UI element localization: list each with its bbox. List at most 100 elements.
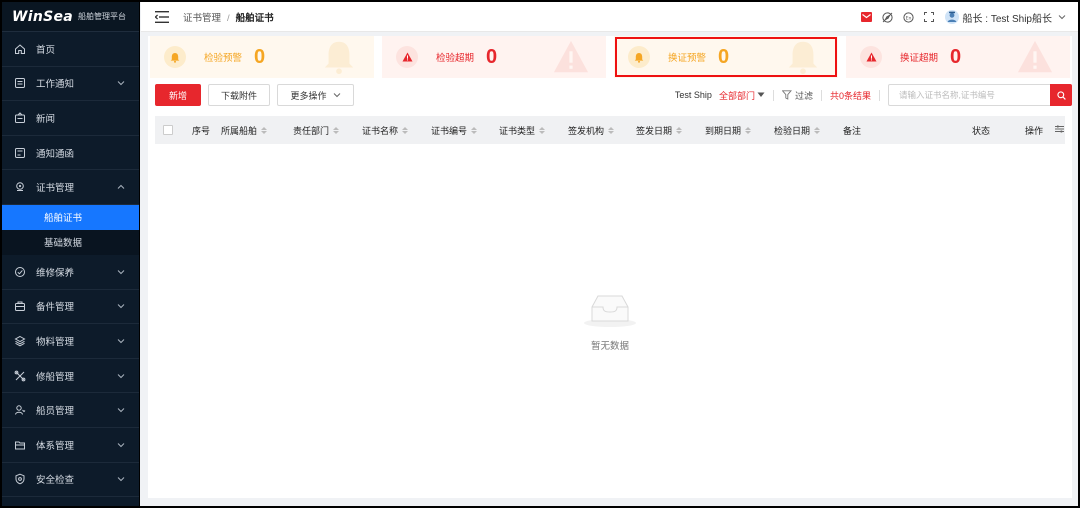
search-icon: [1056, 90, 1066, 100]
user-menu[interactable]: 船长 : Test Ship船长: [944, 10, 1066, 25]
sidebar-item[interactable]: 首页: [2, 32, 139, 67]
sidebar-item-label: 通知通函: [36, 148, 75, 160]
chevron-down-icon: [117, 441, 125, 449]
stat-card[interactable]: 换证超期 0: [846, 36, 1070, 78]
select-all-checkbox[interactable]: [163, 125, 173, 135]
logo-subtitle: 船舶管理平台: [78, 12, 127, 21]
department-select[interactable]: 全部部门: [719, 89, 765, 102]
sidebar-item[interactable]: 船员管理: [2, 393, 139, 428]
column-header[interactable]: 签发机构: [568, 116, 615, 144]
sort-icon[interactable]: [676, 126, 683, 134]
sidebar-item[interactable]: 体系管理: [2, 428, 139, 463]
sidebar-subitem[interactable]: 船舶证书: [2, 204, 139, 230]
column-header[interactable]: 检验日期: [774, 116, 821, 144]
column-header[interactable]: 证书编号: [431, 116, 478, 144]
filter-label: 过滤: [794, 90, 813, 101]
filter-button[interactable]: 过滤: [781, 89, 813, 102]
stat-card-value: 0: [486, 45, 498, 68]
empty-state: 暂无数据: [148, 292, 1072, 352]
toolbar-right: Test Ship 全部部门 过滤 共0条结果: [675, 84, 1072, 106]
menu-toggle-icon[interactable]: [155, 10, 169, 23]
mail-icon[interactable]: [860, 12, 872, 23]
toolbar: 新增 下载附件 更多操作 Test Ship 全部部门 过滤 共0条结果: [148, 84, 1072, 108]
sort-icon[interactable]: [608, 126, 615, 134]
chevron-down-icon: [117, 337, 125, 345]
column-header-label: 到期日期: [705, 125, 742, 136]
column-header-label: 签发机构: [568, 125, 605, 136]
column-settings-icon[interactable]: [1055, 125, 1065, 135]
breadcrumb-separator: /: [227, 12, 230, 24]
bell-watermark-icon: [324, 41, 354, 75]
column-header[interactable]: 证书类型: [499, 116, 546, 144]
sort-icon[interactable]: [402, 126, 409, 134]
sidebar-item[interactable]: 修船管理: [2, 359, 139, 394]
column-header-label: 序号: [192, 125, 211, 136]
bell-icon: [628, 46, 650, 68]
search-button[interactable]: [1050, 84, 1072, 106]
chevron-up-icon: [117, 183, 125, 191]
chevron-down-icon: [117, 268, 125, 276]
sort-icon[interactable]: [333, 126, 340, 134]
table-header: 序号 所属船舶 责任部门 证书名称 证书编号 证书类型 签发机构 签发日期 到期日期 检验日期 备注…: [155, 116, 1065, 144]
bell-watermark-icon: [788, 41, 818, 75]
stat-card-label: 换证超期: [900, 53, 939, 64]
column-header-label: 责任部门: [293, 125, 330, 136]
column-header: 操作: [1025, 116, 1065, 144]
column-header-label: 备注: [843, 125, 862, 136]
language-icon[interactable]: En: [902, 11, 914, 23]
sidebar-item[interactable]: 安全检查: [2, 463, 139, 498]
department-select-value: 全部部门: [718, 90, 755, 101]
column-header[interactable]: 证书名称: [362, 116, 409, 144]
column-header[interactable]: 责任部门: [293, 116, 340, 144]
sidebar-item[interactable]: 维修保养: [2, 255, 139, 290]
spare-parts-icon: [14, 300, 26, 312]
sidebar-item[interactable]: 备件管理: [2, 290, 139, 325]
stat-card[interactable]: 检验超期 0: [382, 36, 606, 78]
column-header[interactable]: 所属船舶: [221, 116, 268, 144]
crew-icon: [14, 404, 26, 416]
alert-icon: [860, 46, 882, 68]
stat-cards: 检验预警 0 检验超期 0 换证预警 0 换证超期 0: [148, 36, 1072, 78]
sort-icon[interactable]: [471, 126, 478, 134]
sidebar-item-label: 安全检查: [36, 475, 75, 487]
sidebar-item-label: 修船管理: [36, 371, 75, 383]
safety-icon: [14, 473, 26, 485]
sidebar-item[interactable]: 工作通知: [2, 67, 139, 102]
sort-icon[interactable]: [745, 126, 752, 134]
chevron-down-icon: [1058, 15, 1066, 20]
breadcrumb-parent[interactable]: 证书管理: [183, 13, 221, 24]
sort-icon[interactable]: [261, 126, 268, 134]
sidebar-item[interactable]: 通知通函: [2, 136, 139, 171]
stat-card-label: 换证预警: [668, 53, 707, 64]
column-header-label: 证书名称: [362, 125, 399, 136]
download-attachment-button[interactable]: 下载附件: [208, 84, 270, 106]
sidebar-item[interactable]: 证书管理: [2, 170, 139, 205]
sidebar-item-label: 新闻: [36, 113, 56, 125]
sort-icon[interactable]: [539, 126, 546, 134]
more-actions-label: 更多操作: [290, 90, 327, 101]
column-header[interactable]: 签发日期: [636, 116, 683, 144]
fullscreen-icon[interactable]: [924, 12, 935, 23]
stat-card[interactable]: 换证预警 0: [614, 36, 838, 78]
compass-icon[interactable]: [881, 11, 893, 23]
search-input[interactable]: [889, 86, 1049, 104]
news-icon: [14, 112, 26, 124]
column-header: 状态: [972, 116, 990, 144]
column-header-label: 证书类型: [499, 125, 536, 136]
sidebar-subitem[interactable]: 基础数据: [2, 229, 139, 255]
sidebar-item[interactable]: 新闻: [2, 101, 139, 136]
column-header: 备注: [843, 116, 861, 144]
more-actions-button[interactable]: 更多操作: [277, 84, 354, 106]
stat-card[interactable]: 检验预警 0: [150, 36, 374, 78]
column-header: 序号: [192, 116, 210, 144]
sidebar-item[interactable]: 物料管理: [2, 324, 139, 359]
add-button[interactable]: 新增: [155, 84, 201, 106]
breadcrumb: 证书管理 / 船舶证书: [183, 10, 274, 24]
sidebar-item-label: 证书管理: [36, 183, 75, 195]
certificate-icon: [14, 181, 26, 193]
sidebar-item-label: 船员管理: [36, 406, 75, 418]
column-header[interactable]: 到期日期: [705, 116, 752, 144]
alert-icon: [396, 46, 418, 68]
sort-icon[interactable]: [814, 126, 821, 134]
empty-inbox-icon: [584, 295, 636, 327]
